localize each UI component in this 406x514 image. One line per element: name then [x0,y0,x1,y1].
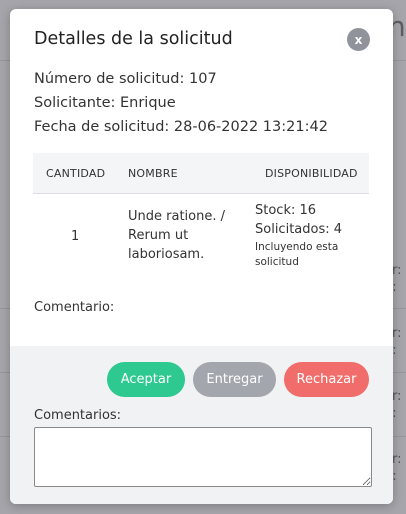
comments-textarea[interactable] [34,427,372,487]
accept-button[interactable]: Aceptar [107,362,185,397]
close-button[interactable]: x [347,28,370,51]
reject-button[interactable]: Rechazar [284,362,369,397]
table-header: CANTIDAD NOMBRE DISPONIBILIDAD [33,153,369,194]
row-stock: Stock: 16 [255,203,317,218]
column-header-nombre: NOMBRE [128,167,178,180]
modal-title: Detalles de la solicitud [34,29,233,49]
comment-label: Comentario: [34,300,115,315]
column-header-disponibilidad: DISPONIBILIDAD [265,167,358,180]
request-date: Fecha de solicitud: 28-06-2022 13:21:42 [34,119,328,135]
column-header-cantidad: CANTIDAD [46,167,106,180]
requester: Solicitante: Enrique [34,95,176,111]
close-icon: x [354,32,363,47]
request-details-modal: Detalles de la solicitud x Número de sol… [10,9,393,504]
deliver-button[interactable]: Entregar [193,362,276,397]
row-name: Unde ratione. / Rerum ut laboriosam. [128,209,225,262]
row-quantity: 1 [71,229,80,244]
modal-footer: Aceptar Entregar Rechazar Comentarios: [10,346,393,504]
comments-label: Comentarios: [34,408,122,423]
row-requested: Solicitados: 4 [255,222,343,237]
request-number: Número de solicitud: 107 [34,71,217,87]
row-availability-note: Incluyendo esta solicitud [255,241,339,268]
